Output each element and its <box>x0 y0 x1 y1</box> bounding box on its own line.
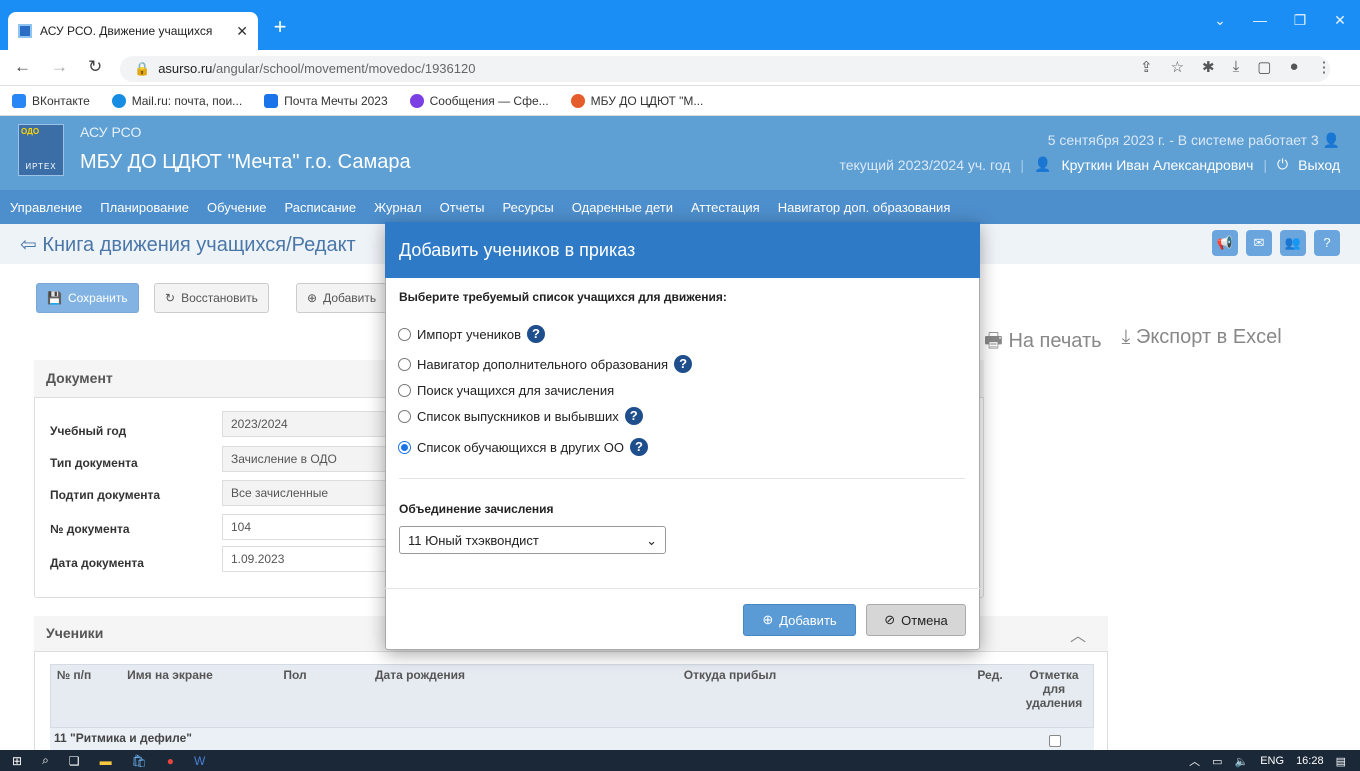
favicon-icon <box>18 24 32 38</box>
chrome-icon[interactable]: ● <box>167 754 174 768</box>
bookmarks-bar: ВКонтакте Mail.ru: почта, пои... Почта М… <box>0 86 1360 116</box>
system-tray: ︿ ▭ 🔈 ENG 16:28 ▤ <box>1189 753 1346 769</box>
share-icon[interactable]: ⇪ <box>1140 58 1153 76</box>
bookmark-mail[interactable]: Mail.ru: почта, пои... <box>111 93 242 108</box>
radio-import[interactable] <box>398 327 411 341</box>
option-search[interactable]: Поиск учащихся для зачисления <box>398 383 614 398</box>
plus-circle-icon: ⊕ <box>762 612 774 627</box>
radio-graduates[interactable] <box>398 409 411 423</box>
nav-buttons: ← → ↻ <box>14 57 102 77</box>
lock-icon: 🔒 <box>134 61 151 76</box>
store-icon[interactable]: 🛍 <box>132 754 147 768</box>
modal-question: Выберите требуемый список учащихся для д… <box>399 290 727 304</box>
window-controls: ⌄ — ❐ ✕ <box>1200 12 1360 29</box>
forward-icon[interactable]: → <box>51 57 68 77</box>
windows-start-icon[interactable]: ⊞ <box>12 754 22 768</box>
reload-icon[interactable]: ↻ <box>88 57 102 77</box>
tab-title: АСУ РСО. Движение учащихся <box>40 24 213 38</box>
union-label: Объединение зачисления <box>399 502 554 516</box>
modal-footer-divider <box>385 588 980 589</box>
profile-icon[interactable]: ● <box>1289 58 1298 76</box>
search-icon[interactable]: ⌕ <box>42 753 49 768</box>
network-icon[interactable]: ▭ <box>1212 755 1222 768</box>
help-icon[interactable]: ? <box>630 438 648 456</box>
help-icon[interactable]: ? <box>624 407 643 425</box>
vk-icon <box>12 93 26 108</box>
new-tab-button[interactable]: + <box>266 14 294 42</box>
volume-icon[interactable]: 🔈 <box>1235 755 1249 768</box>
cancel-icon: ⊘ <box>884 612 896 627</box>
word-icon[interactable]: W <box>194 754 205 768</box>
option-graduates[interactable]: Список выпускников и выбывших? <box>398 407 643 425</box>
envelope-icon <box>264 93 279 108</box>
bookmark-sfera[interactable]: Сообщения — Сфе... <box>409 93 549 108</box>
modal-divider <box>399 478 965 479</box>
help-icon[interactable]: ? <box>674 355 693 373</box>
tab-search-icon[interactable]: ⌄ <box>1200 12 1240 29</box>
radio-search[interactable] <box>398 384 411 397</box>
mbu-icon <box>570 93 585 108</box>
task-view-icon[interactable]: ❏ <box>69 754 80 768</box>
sfera-icon <box>409 93 424 108</box>
union-select[interactable]: 11 Юный тхэквондист ⌄ <box>399 526 666 554</box>
menu-dots-icon[interactable]: ⋮ <box>1317 58 1332 76</box>
back-icon[interactable]: ← <box>14 57 31 77</box>
toolbar-icons: ⇪ ☆ ✱ ⤓ ▢ ● ⋮ <box>1140 58 1332 76</box>
modal-add-button[interactable]: ⊕ Добавить <box>743 604 856 636</box>
option-import[interactable]: Импорт учеников? <box>398 325 545 343</box>
bookmark-mbu[interactable]: МБУ ДО ЦДЮТ "М... <box>570 93 703 108</box>
option-other-schools[interactable]: Список обучающихся в других ОО? <box>398 438 648 456</box>
close-tab-icon[interactable]: ✕ <box>236 23 248 40</box>
modal-title: Добавить учеников в приказ <box>385 222 980 278</box>
language-indicator[interactable]: ENG <box>1260 755 1284 767</box>
sidebar-icon[interactable]: ▢ <box>1257 58 1271 76</box>
clock[interactable]: 16:28 <box>1296 755 1324 767</box>
taskbar: ⊞ ⌕ ❏ ▬ 🛍 ● W <box>0 750 1360 771</box>
bookmark-pochta[interactable]: Почта Мечты 2023 <box>264 93 388 108</box>
url-path: /angular/school/movement/movedoc/1936120 <box>212 61 476 76</box>
chevron-down-icon: ⌄ <box>646 533 657 548</box>
explorer-icon[interactable]: ▬ <box>100 754 112 768</box>
close-window-button[interactable]: ✕ <box>1320 12 1360 29</box>
help-icon[interactable]: ? <box>526 325 545 343</box>
download-icon[interactable]: ⤓ <box>1233 58 1240 76</box>
browser-tab[interactable]: АСУ РСО. Движение учащихся ✕ <box>8 12 258 50</box>
add-students-modal <box>385 222 980 650</box>
radio-navigator[interactable] <box>398 357 411 371</box>
chevron-up-icon[interactable]: ︿ <box>1189 753 1200 769</box>
minimize-button[interactable]: — <box>1240 12 1280 29</box>
star-icon[interactable]: ☆ <box>1171 58 1184 76</box>
modal-cancel-button[interactable]: ⊘ Отмена <box>866 604 966 636</box>
url-host: asurso.ru <box>158 61 213 76</box>
extensions-icon[interactable]: ✱ <box>1202 58 1215 76</box>
option-navigator[interactable]: Навигатор дополнительного образования? <box>398 355 693 373</box>
notifications-icon[interactable]: ▤ <box>1336 755 1346 768</box>
mail-icon <box>111 93 126 108</box>
restore-button[interactable]: ❐ <box>1280 12 1320 29</box>
radio-other-schools[interactable] <box>398 440 411 454</box>
bookmark-vk[interactable]: ВКонтакте <box>12 93 90 108</box>
